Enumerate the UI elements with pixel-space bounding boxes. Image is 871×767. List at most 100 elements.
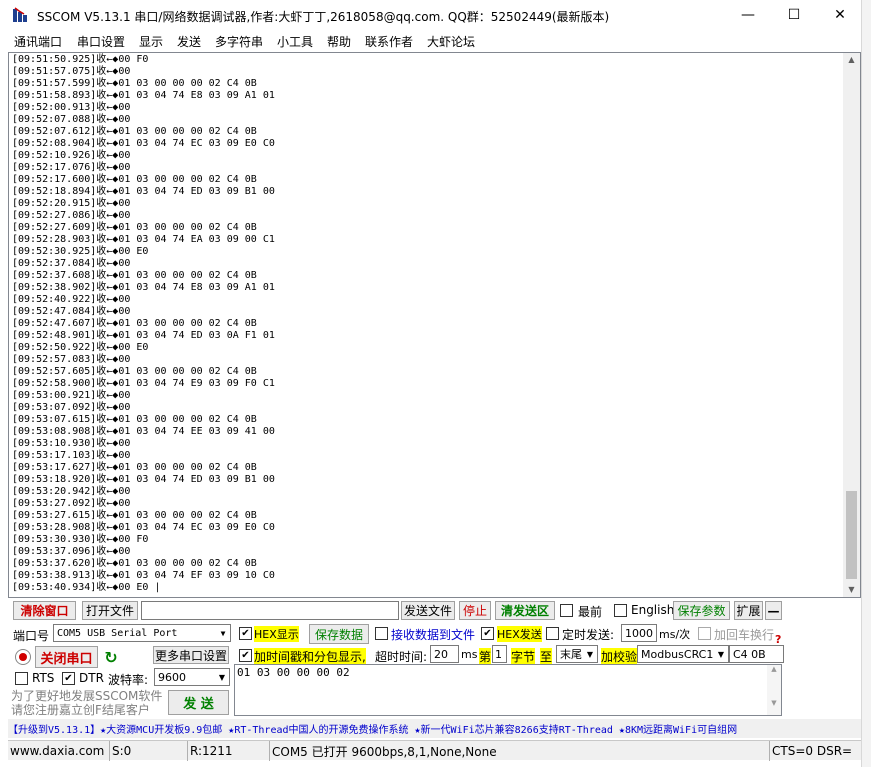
- hex-display-checkbox[interactable]: ✔: [239, 627, 252, 640]
- log-line: [09:52:00.913]收←◆00: [12, 102, 131, 113]
- receive-log-scrollbar[interactable]: ▲ ▼: [843, 53, 860, 597]
- port-select[interactable]: COM5 USB Serial Port ▼: [53, 624, 231, 642]
- promo-text: 为了更好地发展SSCOM软件 请您注册嘉立创F结尾客户: [11, 689, 162, 717]
- stop-button[interactable]: 停止: [459, 601, 491, 620]
- save-params-button[interactable]: 保存参数: [673, 601, 730, 620]
- expand-button[interactable]: 扩展: [734, 601, 763, 620]
- menu-help[interactable]: 帮助: [327, 33, 351, 50]
- menu-contact-author[interactable]: 联系作者: [365, 33, 413, 50]
- dtr-label: DTR: [79, 671, 104, 685]
- news-ticker[interactable]: 【升级到V5.13.1】★大资源MCU开发板9.9包邮 ★RT-Thread中国…: [8, 719, 861, 738]
- window-title: SSCOM V5.13.1 串口/网络数据调试器,作者:大虾丁丁,2618058…: [37, 10, 610, 24]
- log-line: [09:51:57.075]收←◆00: [12, 66, 131, 77]
- dtr-checkbox[interactable]: ✔: [62, 672, 75, 685]
- log-line: [09:53:27.615]收←◆01 03 00 00 00 02 C4 0B: [12, 510, 257, 521]
- timeout-unit-label: ms: [461, 648, 478, 661]
- chevron-down-icon: ▼: [586, 649, 594, 659]
- hex-send-checkbox[interactable]: ✔: [481, 627, 494, 640]
- baud-select[interactable]: 9600 ▼: [154, 668, 230, 686]
- log-line: [09:52:07.612]收←◆01 03 00 00 00 02 C4 0B: [12, 126, 257, 137]
- send-file-button[interactable]: 发送文件: [401, 601, 455, 620]
- log-line: [09:53:37.620]收←◆01 03 00 00 00 02 C4 0B: [12, 558, 257, 569]
- port-status-icon: [15, 649, 31, 665]
- topmost-checkbox[interactable]: [560, 604, 573, 617]
- minimize-icon: —: [741, 7, 755, 23]
- status-website[interactable]: www.daxia.com: [8, 741, 110, 761]
- hex-display-label: HEX显示: [254, 626, 299, 642]
- scroll-up-icon[interactable]: ▲: [767, 665, 781, 673]
- log-line: [09:51:58.893]收←◆01 03 04 74 E8 03 09 A1…: [12, 90, 275, 101]
- add-crlf-checkbox[interactable]: [698, 627, 711, 640]
- menu-port-settings[interactable]: 串口设置: [77, 33, 125, 50]
- menu-comm-port[interactable]: 通讯端口: [14, 33, 62, 50]
- log-line: [09:52:28.903]收←◆01 03 04 74 EA 03 09 00…: [12, 234, 275, 245]
- close-port-button[interactable]: 关闭串口: [35, 646, 98, 668]
- send-text-area[interactable]: 01 03 00 00 00 02 ▲ ▼: [234, 664, 782, 716]
- timestamp-checkbox[interactable]: ✔: [239, 649, 252, 662]
- timeout-input[interactable]: 20: [430, 645, 459, 663]
- scroll-down-icon[interactable]: ▼: [767, 699, 781, 707]
- log-line: [09:53:20.942]收←◆00: [12, 486, 131, 497]
- refresh-icon[interactable]: ↻: [102, 648, 120, 667]
- log-line: [09:53:28.908]收←◆01 03 04 74 EC 03 09 E0…: [12, 522, 275, 533]
- timed-send-input[interactable]: 1000: [621, 624, 657, 642]
- byte-unit-label: 字节: [511, 648, 536, 665]
- scroll-down-icon[interactable]: ▼: [843, 583, 860, 597]
- close-icon: ✕: [834, 7, 846, 23]
- recv-to-file-checkbox[interactable]: [375, 627, 388, 640]
- rts-label: RTS: [32, 671, 55, 685]
- promo-line-1: 为了更好地发展SSCOM软件: [11, 689, 163, 703]
- log-line: [09:52:57.083]收←◆00: [12, 354, 131, 365]
- log-line: [09:53:07.092]收←◆00: [12, 402, 131, 413]
- topmost-label: 最前: [578, 605, 603, 619]
- byte-index-prefix: 第: [479, 648, 492, 665]
- log-line: [09:52:17.076]收←◆00: [12, 162, 131, 173]
- rts-checkbox[interactable]: [15, 672, 28, 685]
- log-line: [09:52:47.607]收←◆01 03 00 00 00 02 C4 0B: [12, 318, 257, 329]
- hex-send-label: HEX发送: [497, 626, 542, 642]
- clear-window-button[interactable]: 清除窗口: [13, 601, 76, 620]
- log-line: [09:52:18.894]收←◆01 03 04 74 ED 03 09 B1…: [12, 186, 275, 197]
- maximize-button[interactable]: ☐: [771, 0, 817, 30]
- log-line: [09:52:57.605]收←◆01 03 00 00 00 02 C4 0B: [12, 366, 257, 377]
- more-port-settings-button[interactable]: 更多串口设置: [153, 646, 229, 664]
- english-checkbox[interactable]: [614, 604, 627, 617]
- menu-send[interactable]: 发送: [177, 33, 201, 50]
- tail-select[interactable]: 末尾 ▼: [556, 645, 598, 663]
- status-received-count: R:1211: [188, 741, 270, 761]
- scroll-up-icon[interactable]: ▲: [843, 53, 860, 67]
- menu-forum[interactable]: 大虾论坛: [427, 33, 475, 50]
- scroll-thumb[interactable]: [846, 491, 857, 579]
- menu-multi-string[interactable]: 多字符串: [215, 33, 263, 50]
- status-port-info: COM5 已打开 9600bps,8,1,None,None: [270, 741, 770, 761]
- log-line: [09:52:27.609]收←◆01 03 00 00 00 02 C4 0B: [12, 222, 257, 233]
- news-ticker-text[interactable]: 【升级到V5.13.1】★大资源MCU开发板9.9包邮 ★RT-Thread中国…: [8, 721, 737, 736]
- menu-tools[interactable]: 小工具: [277, 33, 313, 50]
- log-line: [09:53:07.615]收←◆01 03 00 00 00 02 C4 0B: [12, 414, 257, 425]
- chevron-down-icon: ▼: [714, 646, 728, 662]
- file-path-input[interactable]: [141, 601, 399, 620]
- log-line: [09:53:10.930]收←◆00: [12, 438, 131, 449]
- byte-index-input[interactable]: 1: [492, 645, 507, 663]
- receive-log-text: [09:51:50.925]收←◆00 F0 [09:51:57.075]收←◆0…: [12, 54, 842, 594]
- log-line: [09:52:20.915]收←◆00: [12, 198, 131, 209]
- send-button[interactable]: 发 送: [168, 690, 229, 715]
- minimize-button[interactable]: —: [725, 0, 771, 30]
- close-button[interactable]: ✕: [817, 0, 863, 30]
- log-line: [09:52:58.900]收←◆01 03 04 74 E9 03 09 F0…: [12, 378, 275, 389]
- send-text-scrollbar[interactable]: ▲ ▼: [767, 665, 781, 715]
- log-line: [09:53:17.627]收←◆01 03 00 00 00 02 C4 0B: [12, 462, 257, 473]
- menu-display[interactable]: 显示: [139, 33, 163, 50]
- timed-send-checkbox[interactable]: [546, 627, 559, 640]
- timestamp-label: 加时间戳和分包显示,: [254, 648, 366, 665]
- checksum-select[interactable]: ModbusCRC16 ▼: [637, 645, 729, 663]
- receive-log[interactable]: [09:51:50.925]收←◆00 F0 [09:51:57.075]收←◆0…: [8, 52, 861, 598]
- log-line: [09:53:37.096]收←◆00: [12, 546, 131, 557]
- recv-to-file-label[interactable]: 接收数据到文件: [391, 626, 475, 643]
- log-line: [09:52:48.901]收←◆01 03 04 74 ED 03 0A F1…: [12, 330, 275, 341]
- open-file-button[interactable]: 打开文件: [82, 601, 138, 620]
- clear-send-button[interactable]: 清发送区: [495, 601, 555, 620]
- collapse-button[interactable]: —: [765, 601, 782, 620]
- save-data-button[interactable]: 保存数据: [309, 624, 369, 644]
- timed-send-label: 定时发送:: [562, 628, 615, 642]
